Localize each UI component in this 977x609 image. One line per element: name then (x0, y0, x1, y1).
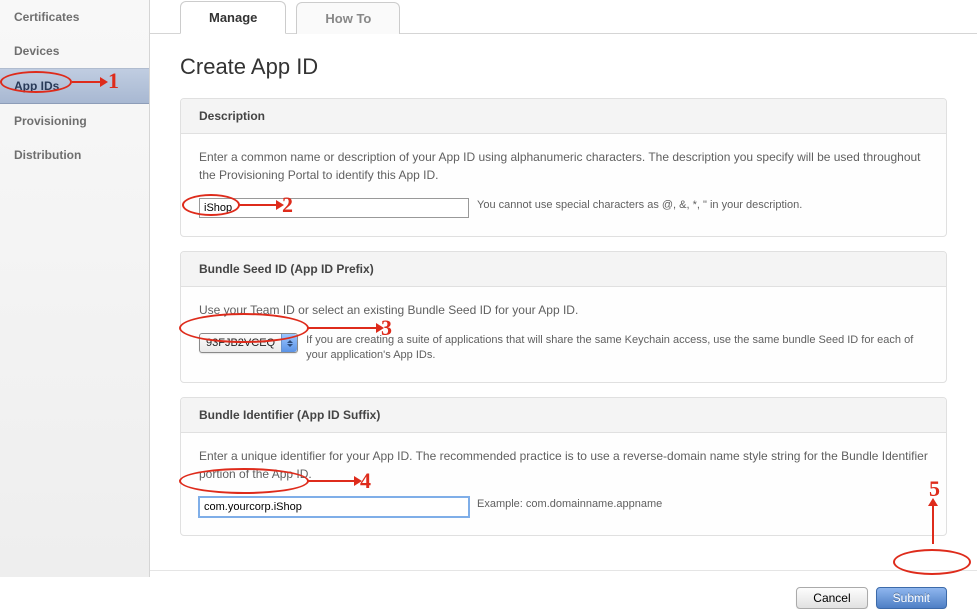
description-hint: You cannot use special characters as @, … (477, 198, 928, 213)
main-area: Manage How To Create App ID Description … (150, 0, 977, 577)
sidebar-item-certificates[interactable]: Certificates (0, 0, 149, 34)
tabs: Manage How To (150, 0, 977, 34)
section-seed-text: Use your Team ID or select an existing B… (199, 301, 928, 319)
section-description-text: Enter a common name or description of yo… (199, 148, 928, 184)
section-bundle-header: Bundle Identifier (App ID Suffix) (181, 398, 946, 433)
section-description-header: Description (181, 99, 946, 134)
sidebar: Certificates Devices App IDs Provisionin… (0, 0, 150, 577)
dropdown-icon (281, 334, 297, 352)
seed-hint: If you are creating a suite of applicati… (306, 333, 928, 364)
sidebar-item-app-ids[interactable]: App IDs (0, 68, 149, 104)
seed-select[interactable]: 93FJB2VCEQ (199, 333, 298, 353)
cancel-button[interactable]: Cancel (796, 587, 867, 609)
bundle-hint: Example: com.domainname.appname (477, 497, 928, 512)
section-seed-header: Bundle Seed ID (App ID Prefix) (181, 252, 946, 287)
section-description: Description Enter a common name or descr… (180, 98, 947, 237)
sidebar-item-distribution[interactable]: Distribution (0, 138, 149, 172)
page-title: Create App ID (180, 54, 947, 80)
button-bar: Cancel Submit (150, 570, 977, 609)
section-bundle-text: Enter a unique identifier for your App I… (199, 447, 928, 483)
tab-manage[interactable]: Manage (180, 1, 286, 34)
section-bundle: Bundle Identifier (App ID Suffix) Enter … (180, 397, 947, 536)
bundle-input[interactable] (199, 497, 469, 517)
sidebar-item-provisioning[interactable]: Provisioning (0, 104, 149, 138)
content: Create App ID Description Enter a common… (150, 34, 977, 570)
submit-button[interactable]: Submit (876, 587, 947, 609)
description-input[interactable] (199, 198, 469, 218)
tab-how-to[interactable]: How To (296, 2, 400, 34)
seed-select-value: 93FJB2VCEQ (200, 337, 281, 349)
sidebar-item-devices[interactable]: Devices (0, 34, 149, 68)
section-seed: Bundle Seed ID (App ID Prefix) Use your … (180, 251, 947, 383)
